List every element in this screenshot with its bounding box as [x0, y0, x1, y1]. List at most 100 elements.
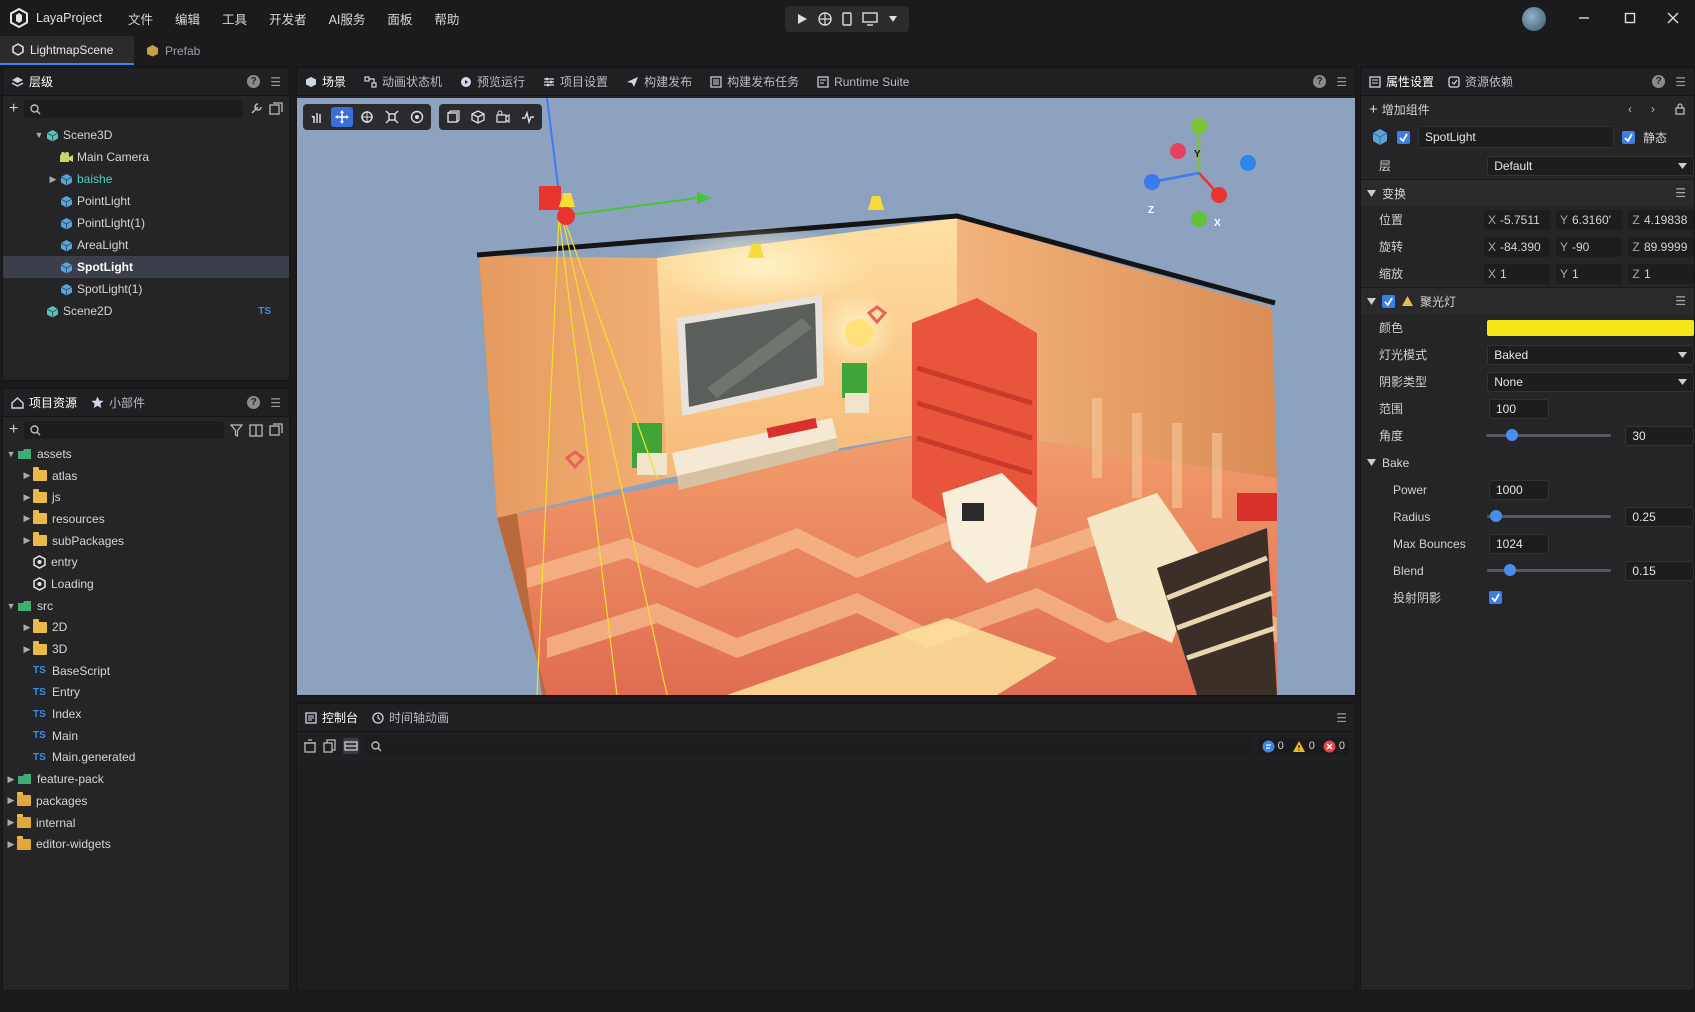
expand-right-icon[interactable]: ▶ — [21, 535, 33, 547]
static-checkbox[interactable] — [1622, 130, 1635, 144]
asset-item[interactable]: TS Main — [3, 725, 289, 747]
hierarchy-node[interactable]: AreaLight — [3, 234, 289, 256]
hierarchy-search-input[interactable] — [24, 100, 243, 118]
radius-slider[interactable] — [1486, 510, 1612, 522]
asset-item[interactable]: ▶ js — [3, 486, 289, 508]
help-icon[interactable]: ? — [247, 396, 261, 409]
expand-right-icon[interactable]: ▶ — [21, 470, 33, 482]
section-menu-icon[interactable]: ☰ — [1675, 186, 1686, 200]
tab-widgets[interactable]: 小部件 — [91, 389, 145, 417]
tab-console[interactable]: 控制台 — [305, 704, 358, 732]
hierarchy-node[interactable]: SpotLight(1) — [3, 278, 289, 300]
menu-item-2[interactable]: 工具 — [222, 9, 247, 28]
asset-item[interactable]: Loading — [3, 573, 289, 595]
rotation-y-input[interactable]: Y -90 — [1556, 236, 1622, 257]
wrench-icon[interactable] — [249, 102, 263, 116]
avatar[interactable] — [1522, 7, 1546, 31]
scale-tool-icon[interactable] — [381, 107, 403, 127]
expand-right-icon[interactable]: ▶ — [5, 817, 17, 829]
scale-z-input[interactable]: Z1 — [1628, 263, 1694, 284]
chevron-right-icon[interactable]: › — [1651, 102, 1655, 116]
info-log-icon[interactable] — [1262, 740, 1275, 753]
asset-item[interactable]: ▶ resources — [3, 508, 289, 530]
angle-input[interactable]: 30 — [1625, 425, 1694, 446]
node-name-input[interactable]: SpotLight — [1418, 126, 1614, 148]
filter-icon[interactable] — [230, 423, 243, 437]
bake-section-header[interactable]: Bake — [1361, 449, 1694, 476]
position-x-input[interactable]: X -5.7511 — [1484, 209, 1550, 230]
asset-item[interactable]: ▶ feature-pack — [3, 768, 289, 790]
move-tool-icon[interactable] — [331, 107, 353, 127]
cube-view-icon[interactable] — [467, 107, 489, 127]
expand-right-icon[interactable]: ▶ — [21, 513, 33, 525]
expand-right-icon[interactable]: ▶ — [47, 173, 59, 185]
add-component-button[interactable]: + 增加组件 — [1369, 101, 1430, 118]
close-icon[interactable] — [1667, 12, 1679, 24]
hierarchy-node[interactable]: ▼ Scene3D — [3, 124, 289, 146]
asset-item[interactable]: ▶ subPackages — [3, 530, 289, 552]
add-icon[interactable]: + — [9, 100, 18, 118]
tab-runtime-suite[interactable]: Runtime Suite — [817, 68, 909, 96]
panel-menu-icon[interactable]: ☰ — [270, 396, 281, 410]
expand-right-icon[interactable]: ▶ — [21, 621, 33, 633]
collapse-icon[interactable] — [269, 102, 283, 116]
tab-timeline-animation[interactable]: 时间轴动画 — [372, 704, 449, 732]
asset-item[interactable]: ▶ internal — [3, 812, 289, 834]
tab-animator[interactable]: 动画状态机 — [364, 68, 442, 96]
position-y-input[interactable]: Y 6.3160' — [1556, 209, 1622, 230]
asset-item[interactable]: ▼ assets — [3, 443, 289, 465]
power-input[interactable]: 1000 — [1489, 479, 1549, 500]
asset-item[interactable]: TS Entry — [3, 682, 289, 704]
rotation-z-input[interactable]: Z 89.9999 — [1628, 236, 1694, 257]
console-search-input[interactable] — [365, 736, 1252, 756]
position-z-input[interactable]: Z 4.19838 — [1628, 209, 1694, 230]
menu-item-1[interactable]: 编辑 — [175, 9, 200, 28]
hierarchy-node[interactable]: Main Camera — [3, 146, 289, 168]
chevron-left-icon[interactable]: ‹ — [1628, 102, 1632, 116]
mobile-preview-icon[interactable] — [842, 12, 852, 26]
node-active-checkbox[interactable] — [1397, 130, 1410, 144]
rotation-x-input[interactable]: X -84.390 — [1484, 236, 1550, 257]
add-icon[interactable]: + — [9, 421, 18, 439]
help-icon[interactable]: ? — [247, 75, 261, 88]
tab-project-assets[interactable]: 项目资源 — [11, 389, 77, 417]
rotate-tool-icon[interactable] — [356, 107, 378, 127]
clear-console-icon[interactable] — [303, 739, 317, 753]
collapse-logs-icon[interactable] — [343, 738, 359, 754]
menu-item-4[interactable]: AI服务 — [329, 9, 366, 28]
expand-right-icon[interactable]: ▶ — [5, 795, 17, 807]
hierarchy-node[interactable]: SpotLight — [3, 256, 289, 278]
cast-shadow-checkbox[interactable] — [1489, 591, 1502, 604]
tab-project-settings[interactable]: 项目设置 — [543, 68, 608, 96]
scale-x-input[interactable]: X1 — [1484, 263, 1550, 284]
scale-y-input[interactable]: Y1 — [1556, 263, 1622, 284]
radius-slider-handle[interactable] — [1490, 510, 1503, 522]
panel-menu-icon[interactable]: ☰ — [1675, 75, 1686, 89]
chevron-down-icon[interactable] — [888, 15, 898, 23]
split-view-icon[interactable] — [249, 423, 263, 437]
panel-menu-icon[interactable]: ☰ — [270, 75, 281, 89]
light-mode-select[interactable]: Baked — [1487, 344, 1694, 365]
assets-search-input[interactable] — [24, 421, 224, 439]
help-icon[interactable]: ? — [1652, 75, 1666, 88]
asset-item[interactable]: TS Index — [3, 703, 289, 725]
asset-item[interactable]: entry — [3, 551, 289, 573]
lock-icon[interactable] — [1674, 103, 1686, 115]
blend-slider-handle[interactable] — [1503, 564, 1516, 576]
asset-item[interactable]: TS Main.generated — [3, 747, 289, 769]
tab-properties[interactable]: 属性设置 — [1369, 68, 1434, 96]
help-icon[interactable]: ? — [1313, 75, 1327, 88]
asset-item[interactable]: ▶ 2D — [3, 617, 289, 639]
camera-view-icon[interactable] — [492, 107, 514, 127]
hierarchy-node[interactable]: Scene2D TS — [3, 300, 289, 322]
menu-item-0[interactable]: 文件 — [128, 9, 153, 28]
error-icon[interactable] — [1323, 740, 1336, 753]
maximize-icon[interactable] — [1624, 12, 1636, 24]
angle-slider[interactable] — [1486, 429, 1612, 441]
tab-build[interactable]: 构建发布 — [626, 68, 692, 96]
copy-icon[interactable] — [323, 739, 337, 753]
expand-down-icon[interactable]: ▼ — [33, 129, 45, 141]
stats-icon[interactable] — [517, 107, 539, 127]
layer-select[interactable]: Default — [1487, 155, 1694, 176]
rect-tool-icon[interactable] — [406, 107, 428, 127]
